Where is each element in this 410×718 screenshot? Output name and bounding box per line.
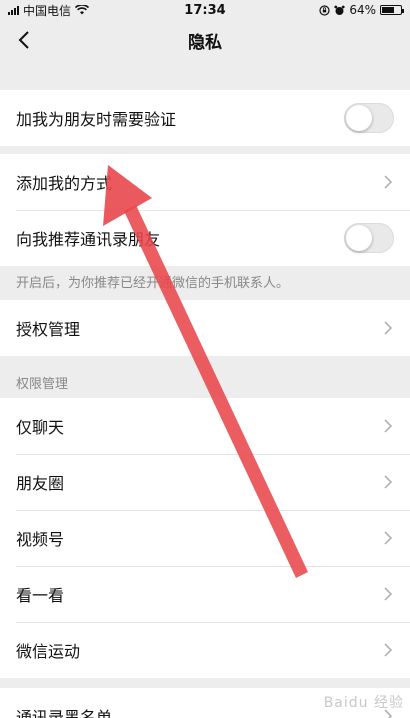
permission-label: 视频号 — [16, 530, 65, 549]
add-me-row[interactable]: 添加我的方式 — [0, 154, 410, 210]
alarm-icon — [334, 5, 345, 15]
status-right: 64% — [319, 3, 404, 17]
battery-percent: 64% — [349, 3, 376, 17]
auth-row[interactable]: 授权管理 — [0, 300, 410, 356]
chevron-right-icon — [382, 530, 394, 546]
permission-row[interactable]: 视频号 — [0, 510, 410, 566]
chevron-right-icon — [382, 586, 394, 602]
battery-icon — [380, 5, 404, 15]
permission-row[interactable]: 朋友圈 — [0, 454, 410, 510]
permissions-header: 权限管理 — [16, 376, 69, 392]
carrier-label: 中国电信 — [23, 3, 72, 18]
chevron-left-icon — [18, 31, 29, 49]
chevron-right-icon — [382, 418, 394, 434]
recommend-toggle[interactable] — [344, 223, 394, 253]
toggle-knob — [346, 105, 372, 131]
rotation-lock-icon — [319, 4, 330, 16]
blacklist-group: 通讯录黑名单 — [0, 688, 410, 718]
chevron-right-icon — [382, 474, 394, 490]
back-button[interactable] — [10, 26, 38, 54]
permission-row[interactable]: 看一看 — [0, 566, 410, 622]
blacklist-row[interactable]: 通讯录黑名单 — [0, 688, 410, 718]
chevron-right-icon — [382, 642, 394, 658]
recommend-hint: 开启后，为你推荐已经开通微信的手机联系人。 — [16, 276, 290, 291]
signal-icon — [8, 5, 19, 15]
chevron-right-icon — [382, 174, 394, 190]
permission-label: 看一看 — [16, 586, 65, 605]
recommend-row: 向我推荐通讯录朋友 — [0, 210, 410, 266]
toggle-knob — [346, 225, 372, 251]
verify-toggle[interactable] — [344, 103, 394, 133]
add-me-label: 添加我的方式 — [16, 174, 113, 193]
chevron-right-icon — [382, 708, 394, 718]
verify-row: 加我为朋友时需要验证 — [0, 90, 410, 146]
verify-group: 加我为朋友时需要验证 — [0, 90, 410, 146]
page-title: 隐私 — [188, 32, 222, 53]
permission-row[interactable]: 仅聊天 — [0, 398, 410, 454]
wifi-icon — [75, 5, 90, 15]
status-left: 中国电信 — [8, 2, 90, 19]
add-group: 添加我的方式 向我推荐通讯录朋友 — [0, 154, 410, 266]
auth-label: 授权管理 — [16, 320, 81, 339]
recommend-label: 向我推荐通讯录朋友 — [16, 230, 161, 249]
nav-bar: 隐私 — [0, 20, 410, 60]
chevron-right-icon — [382, 320, 394, 336]
permissions-group: 仅聊天 朋友圈 视频号 看一看 微信运动 — [0, 398, 410, 678]
permission-label: 朋友圈 — [16, 474, 65, 493]
permission-row[interactable]: 微信运动 — [0, 622, 410, 678]
permission-label: 仅聊天 — [16, 418, 65, 437]
verify-label: 加我为朋友时需要验证 — [16, 110, 177, 129]
status-bar: 中国电信 17:34 64% — [0, 0, 410, 20]
auth-group: 授权管理 — [0, 300, 410, 356]
permission-label: 微信运动 — [16, 642, 81, 661]
blacklist-label: 通讯录黑名单 — [16, 708, 113, 718]
